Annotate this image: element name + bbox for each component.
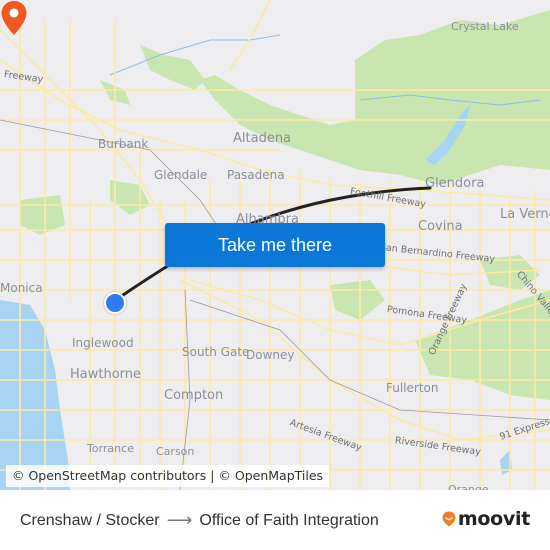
ocean [0, 300, 70, 490]
origin-marker[interactable] [104, 292, 126, 314]
take-me-there-button[interactable]: Take me there [165, 223, 385, 267]
place-label-altadena: Altadena [233, 131, 292, 146]
place-label-torrance: Torrance [87, 442, 134, 455]
place-label-santa-monica: Monica [0, 281, 43, 295]
moovit-wordmark: moovit [457, 508, 530, 530]
origin-label: Crenshaw / Stocker [20, 511, 160, 529]
footer: Crenshaw / Stocker ⟶ Office of Faith Int… [0, 490, 550, 550]
place-label-la-verne: La Verne [500, 207, 550, 222]
moovit-logo[interactable]: moovit [442, 508, 530, 530]
map-attribution: © OpenStreetMap contributors | © OpenMap… [6, 465, 330, 487]
park [330, 280, 385, 320]
place-label-burbank: Burbank [98, 137, 149, 151]
map[interactable]: Crystal Lake Burbank Altadena Glendale P… [0, 0, 550, 490]
moovit-pin-icon [442, 511, 456, 527]
attribution-separator: | [206, 468, 219, 483]
destination-pin-icon[interactable] [0, 0, 28, 36]
place-label-compton: Compton [164, 388, 224, 403]
place-label-south-gate: South Gate [182, 345, 250, 359]
angeles-forest [200, 10, 550, 185]
place-label-crystal-lake: Crystal Lake [451, 20, 519, 33]
place-label-carson: Carson [156, 445, 195, 458]
place-label-pasadena: Pasadena [227, 168, 285, 182]
place-label-glendale: Glendale [154, 168, 208, 182]
place-label-fullerton: Fullerton [386, 381, 439, 395]
arrow-right-icon: ⟶ [166, 510, 193, 530]
place-label-covina: Covina [418, 219, 463, 234]
place-label-downey: Downey [246, 348, 295, 362]
destination-label: Office of Faith Integration [199, 511, 379, 529]
place-label-inglewood: Inglewood [72, 336, 134, 350]
osm-attribution-link[interactable]: © OpenStreetMap contributors [12, 468, 206, 483]
park [20, 195, 65, 235]
place-label-glendora: Glendora [425, 176, 485, 191]
place-label-hawthorne: Hawthorne [70, 367, 142, 382]
omt-attribution-link[interactable]: © OpenMapTiles [218, 468, 323, 483]
route-summary: Crenshaw / Stocker ⟶ Office of Faith Int… [20, 510, 379, 531]
